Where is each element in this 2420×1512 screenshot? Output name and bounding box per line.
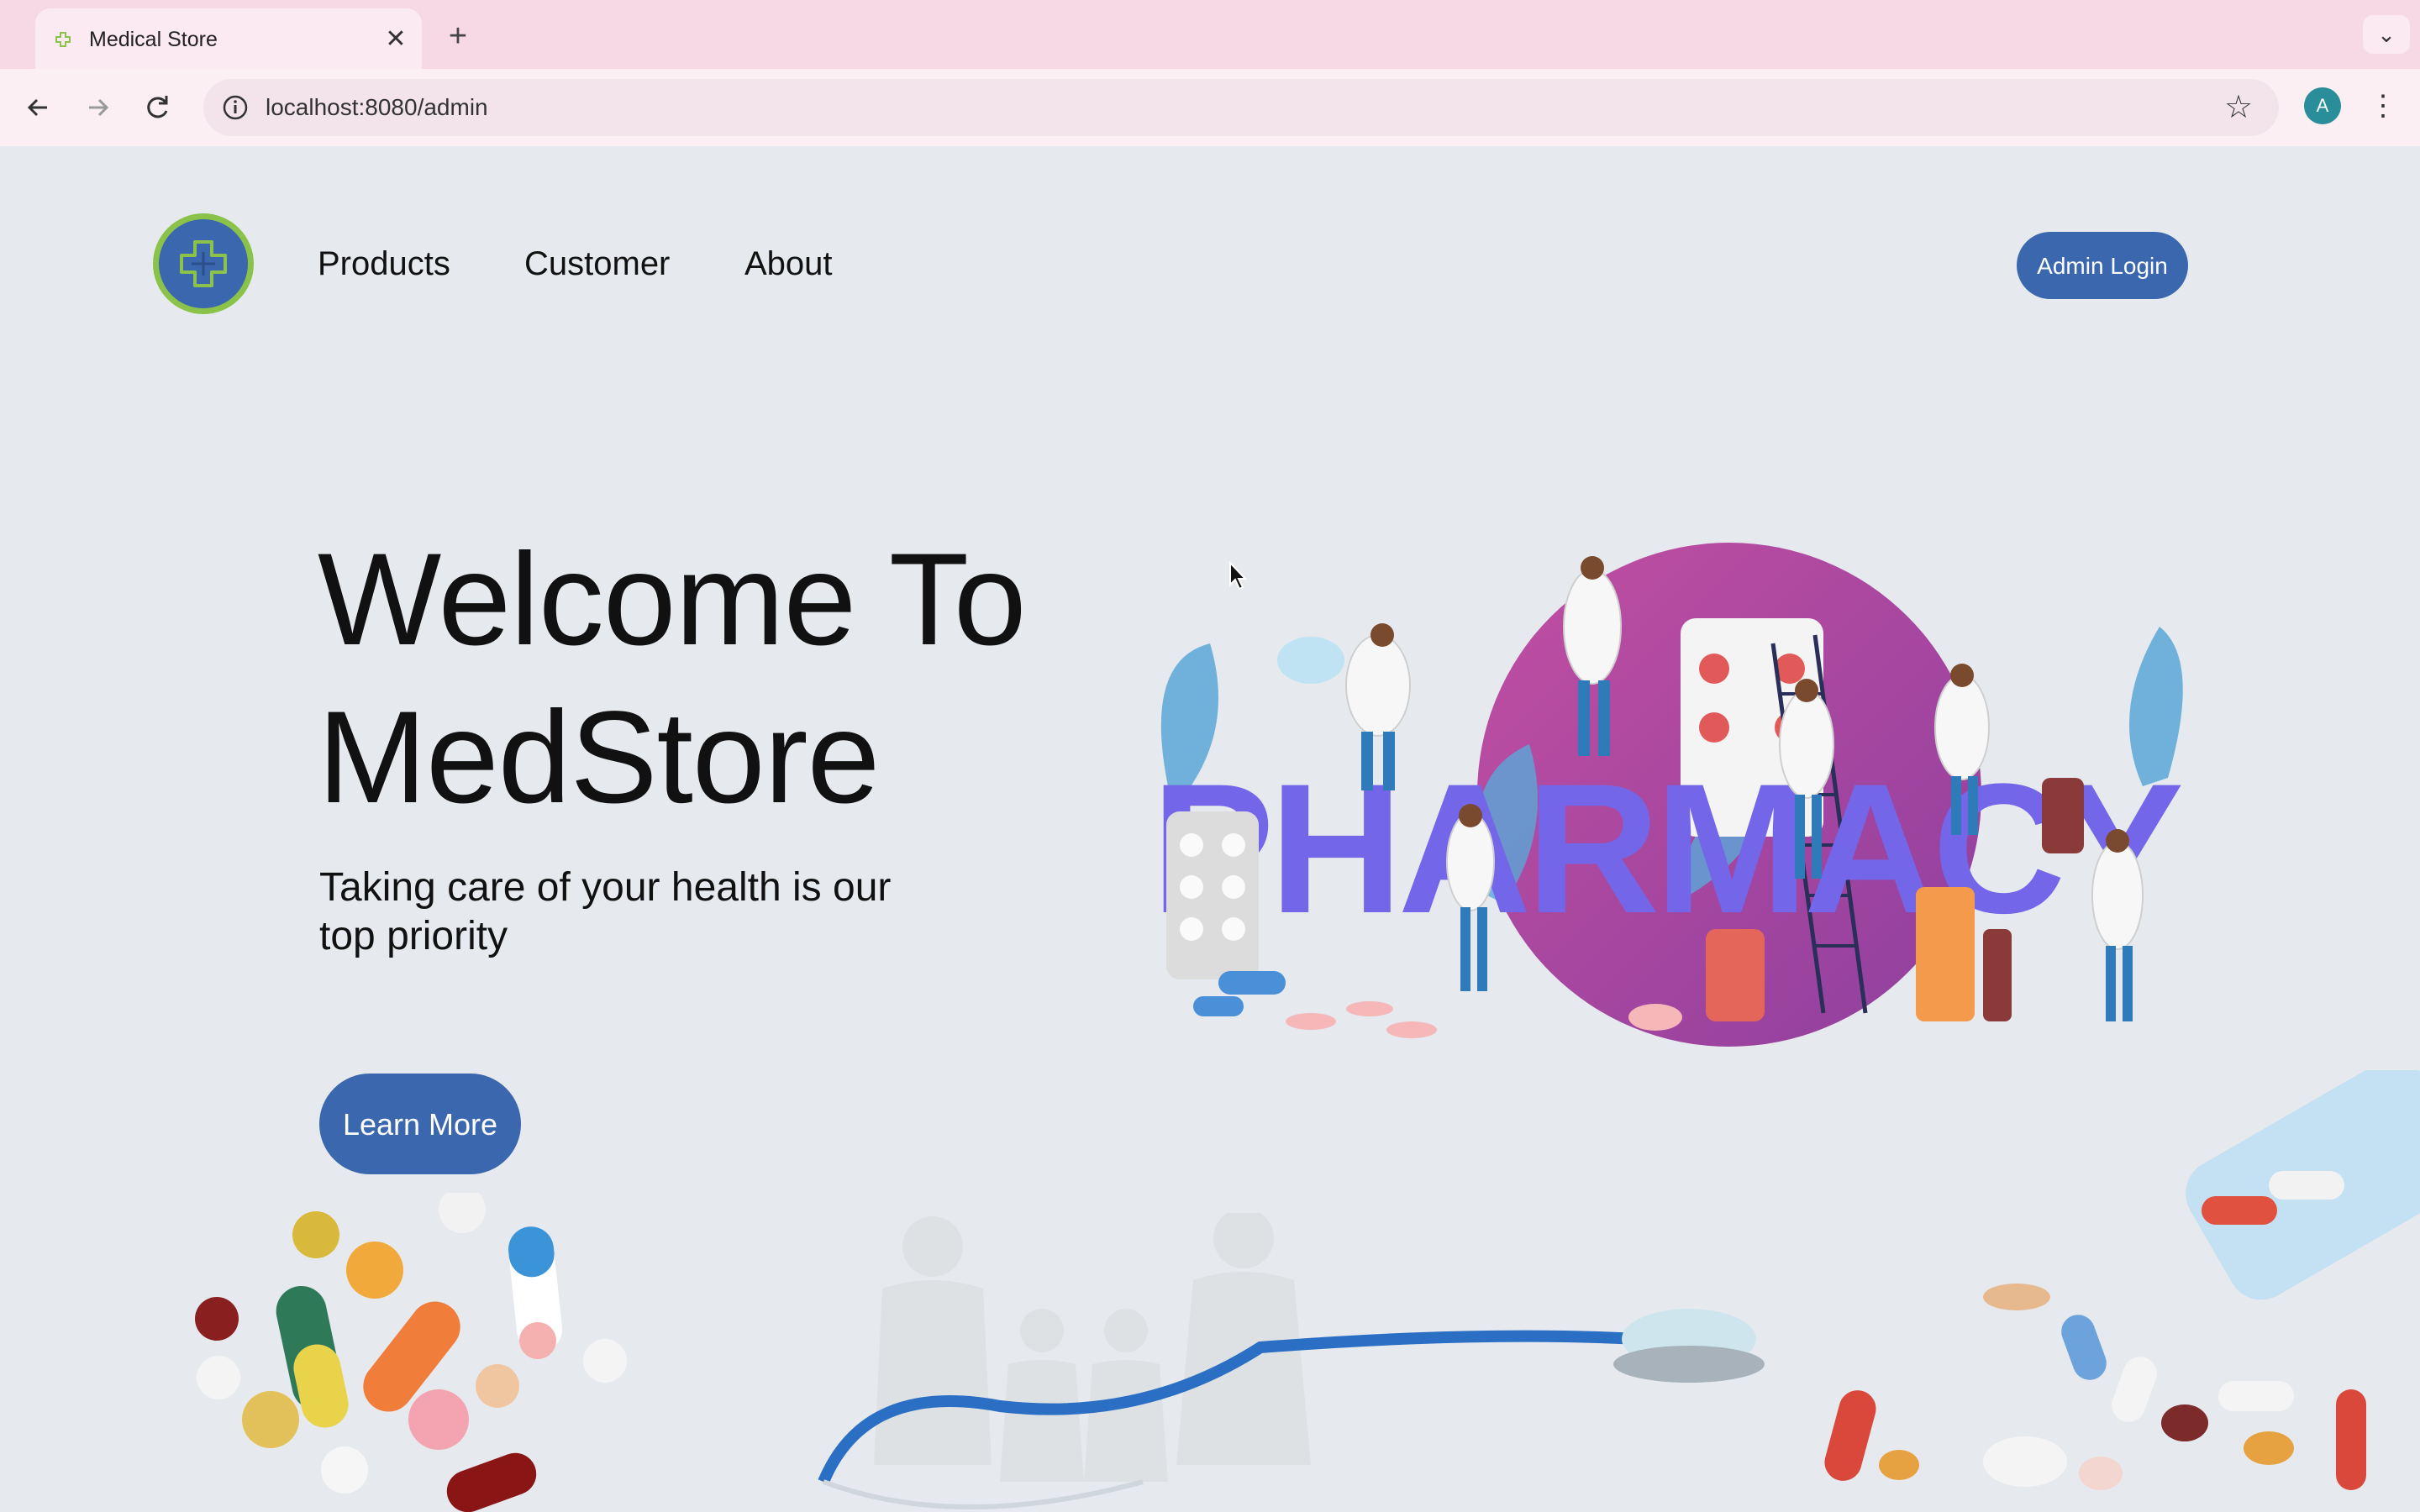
back-arrow-icon[interactable] (15, 84, 62, 131)
chevron-down-icon[interactable]: ⌄ (2363, 15, 2410, 54)
page-content: Products Customer About Admin Login Welc… (0, 146, 2420, 1512)
kebab-menu-icon[interactable]: ⋮ (2366, 84, 2400, 128)
plus-icon[interactable]: + (437, 17, 479, 55)
mouse-cursor (1229, 561, 1248, 591)
title-line-1: Welcome To (318, 527, 1027, 673)
hero-subtitle: Taking care of your health is our top pr… (319, 865, 892, 958)
url-text[interactable]: localhost:8080/admin (266, 94, 488, 121)
address-bar[interactable]: localhost:8080/admin ☆ (203, 79, 2279, 136)
pills-image-left (195, 1193, 627, 1512)
forward-arrow-icon[interactable] (74, 84, 121, 131)
title-line-2: MedStore (318, 685, 880, 831)
favicon-icon (55, 32, 71, 47)
star-icon[interactable]: ☆ (2220, 89, 2257, 126)
family-stethoscope-image (818, 1213, 1765, 1509)
avatar[interactable]: A (2304, 87, 2341, 124)
tab-strip: Medical Store ✕ + ⌄ (0, 0, 2420, 69)
nav-about[interactable]: About (744, 245, 833, 282)
pills-bottle-image-right (1824, 1070, 2420, 1490)
site-info-icon[interactable] (217, 89, 254, 126)
admin-login-button[interactable]: Admin Login (2017, 232, 2188, 299)
reload-icon[interactable] (134, 84, 182, 131)
page-title: Welcome To MedStore (318, 521, 1141, 837)
nav-customer[interactable]: Customer (524, 245, 670, 282)
logo[interactable] (151, 212, 255, 316)
browser-tab[interactable]: Medical Store ✕ (35, 8, 422, 69)
nav-products[interactable]: Products (318, 245, 450, 282)
pharmacy-word: PHARMACY (1151, 745, 2181, 952)
learn-more-button[interactable]: Learn More (319, 1074, 521, 1174)
tab-title: Medical Store (89, 28, 218, 51)
close-icon[interactable]: ✕ (380, 24, 412, 55)
browser-toolbar: localhost:8080/admin ☆ (0, 69, 2420, 146)
